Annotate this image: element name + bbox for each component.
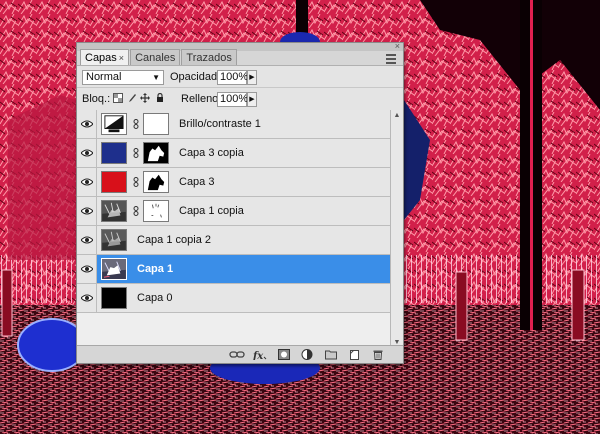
- group-folder-icon[interactable]: [325, 349, 337, 360]
- fill-slider-toggle-icon[interactable]: ▶: [247, 92, 257, 107]
- lock-brush-icon[interactable]: [127, 93, 137, 103]
- layer-row-capa-3-copia[interactable]: Capa 3 copia: [77, 139, 390, 168]
- new-layer-icon[interactable]: [348, 349, 360, 360]
- layer-name: Capa 3: [179, 176, 215, 188]
- eye-icon: [81, 120, 93, 128]
- eye-icon: [81, 149, 93, 157]
- layer-row-capa-3[interactable]: Capa 3: [77, 168, 390, 197]
- add-mask-icon[interactable]: [278, 349, 290, 360]
- svg-text:fx: fx: [253, 351, 264, 360]
- panel-menu-icon[interactable]: [386, 54, 398, 64]
- tab-capas-label: Capas: [85, 52, 117, 64]
- tab-canales[interactable]: Canales: [130, 49, 181, 65]
- visibility-toggle[interactable]: [77, 168, 97, 196]
- layers-panel: × Capas × Canales Trazados Normal ▼ Opaci…: [76, 42, 404, 364]
- layer-mask-thumbnail[interactable]: [143, 142, 169, 164]
- layer-name: Capa 1: [137, 263, 174, 275]
- lock-options-bar: Bloq.: Relleno: 100% ▶: [77, 87, 403, 111]
- tab-capas[interactable]: Capas ×: [80, 49, 130, 65]
- fx-icon[interactable]: fx: [253, 349, 267, 360]
- layer-mask-thumbnail[interactable]: [143, 200, 169, 222]
- opacity-slider-toggle-icon[interactable]: ▶: [247, 70, 257, 85]
- tab-trazados[interactable]: Trazados: [181, 49, 237, 65]
- visibility-toggle[interactable]: [77, 226, 97, 254]
- fill-input[interactable]: 100%: [217, 92, 248, 107]
- tab-canales-label: Canales: [135, 52, 176, 64]
- mask-link-icon[interactable]: [133, 119, 139, 129]
- eye-icon: [81, 207, 93, 215]
- layer-mask-thumbnail[interactable]: [143, 171, 169, 193]
- layer-name: Brillo/contraste 1: [179, 118, 261, 130]
- visibility-toggle[interactable]: [77, 139, 97, 167]
- fill-label: Relleno:: [181, 93, 222, 105]
- mask-link-icon[interactable]: [133, 177, 139, 187]
- tab-trazados-label: Trazados: [186, 52, 232, 64]
- layer-row-capa-1-copia[interactable]: Capa 1 copia: [77, 197, 390, 226]
- opacity-input[interactable]: 100%: [217, 70, 248, 85]
- blend-mode-select[interactable]: Normal ▼: [82, 70, 164, 85]
- layer-row-capa-1[interactable]: Capa 1: [77, 255, 390, 284]
- layer-thumbnail[interactable]: [101, 229, 127, 251]
- adjustment-layer-icon[interactable]: [301, 349, 313, 360]
- layer-row-brillo-contraste-1[interactable]: Brillo/contraste 1: [77, 110, 390, 139]
- lock-label: Bloq.:: [82, 93, 111, 105]
- link-layers-icon[interactable]: [229, 349, 245, 360]
- layer-row-capa-1-copia-2[interactable]: Capa 1 copia 2: [77, 226, 390, 255]
- tab-close-icon[interactable]: ×: [119, 53, 124, 63]
- eye-icon: [81, 265, 93, 273]
- layer-thumbnail[interactable]: [101, 200, 127, 222]
- layer-thumbnail[interactable]: [101, 258, 127, 280]
- scroll-up-icon[interactable]: ▲: [392, 112, 402, 119]
- layer-mask-thumbnail[interactable]: [143, 113, 169, 135]
- mask-link-icon[interactable]: [133, 206, 139, 216]
- layers-bottom-toolbar: fx: [77, 345, 403, 363]
- trash-icon[interactable]: [372, 349, 384, 360]
- panel-tabs: Capas × Canales Trazados: [80, 49, 238, 65]
- layer-thumbnail[interactable]: [101, 171, 127, 193]
- eye-icon: [81, 178, 93, 186]
- layer-name: Capa 3 copia: [179, 147, 244, 159]
- visibility-toggle[interactable]: [77, 255, 97, 283]
- visibility-toggle[interactable]: [77, 284, 97, 312]
- layer-thumbnail[interactable]: [101, 287, 127, 309]
- layer-name: Capa 0: [137, 292, 173, 304]
- adjustment-brightness-thumbnail[interactable]: [101, 113, 127, 135]
- mask-link-icon[interactable]: [133, 148, 139, 158]
- visibility-toggle[interactable]: [77, 110, 97, 138]
- layer-name: Capa 1 copia 2: [137, 234, 211, 246]
- panel-close-icon[interactable]: ×: [395, 42, 400, 51]
- layer-name: Capa 1 copia: [179, 205, 244, 217]
- lock-transparency-icon[interactable]: [113, 93, 123, 103]
- blend-mode-value: Normal: [86, 71, 122, 83]
- lock-all-icon[interactable]: [155, 93, 165, 103]
- eye-icon: [81, 294, 93, 302]
- layer-list-scrollbar[interactable]: ▲ ▼: [390, 110, 403, 348]
- visibility-toggle[interactable]: [77, 197, 97, 225]
- eye-icon: [81, 236, 93, 244]
- lock-position-icon[interactable]: [140, 93, 150, 103]
- chevron-down-icon: ▼: [152, 73, 160, 82]
- layer-row-capa-0[interactable]: Capa 0: [77, 284, 390, 313]
- blend-options-bar: Normal ▼ Opacidad: 100% ▶: [77, 65, 403, 88]
- layer-list: Brillo/contraste 1 Capa 3 copia Capa 3 C…: [77, 110, 390, 348]
- opacity-label: Opacidad:: [170, 71, 221, 83]
- layer-thumbnail[interactable]: [101, 142, 127, 164]
